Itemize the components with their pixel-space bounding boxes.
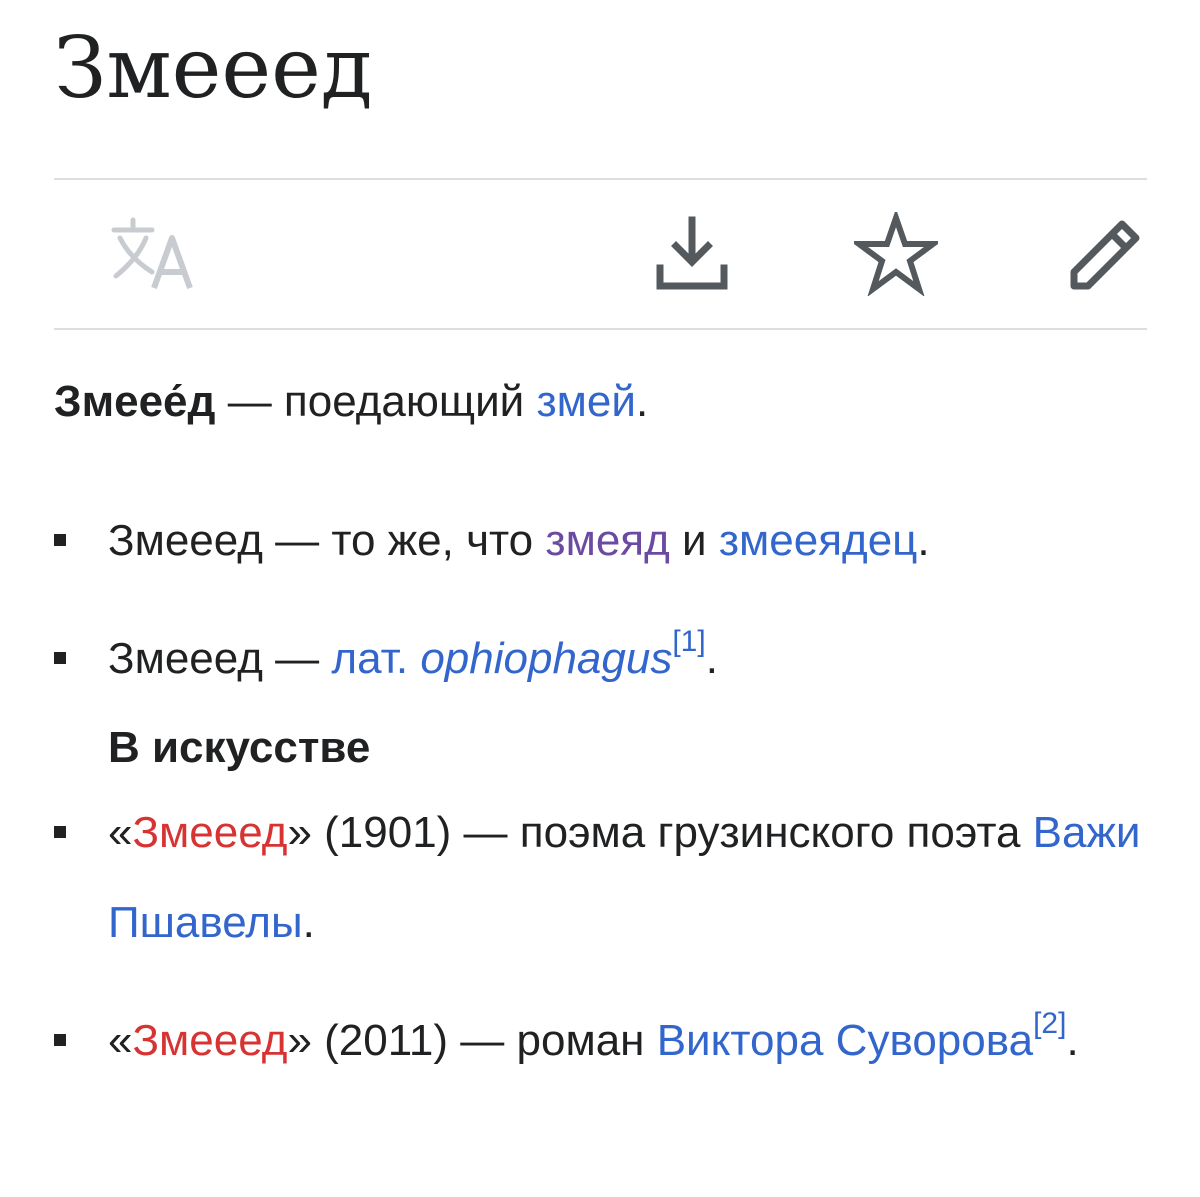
link-viktor-suvorov[interactable]: Виктора Суворова (657, 1016, 1033, 1065)
bullet-icon (54, 652, 66, 664)
lead-term: Змеее́д (54, 377, 216, 426)
link-zmei[interactable]: змей (536, 377, 635, 426)
red-link-zmeeed[interactable]: Змееед (132, 808, 287, 857)
edit-button[interactable] (1046, 180, 1166, 328)
item-text: » (1901) — поэма грузинского поэта (287, 808, 1033, 857)
link-ophiophagus[interactable]: ophiophagus (420, 634, 672, 683)
section-heading: В искусстве (108, 723, 371, 772)
item-text: Змееед — (108, 634, 332, 683)
item-end: . (1066, 1016, 1079, 1065)
red-link-zmeeed[interactable]: Змееед (132, 1016, 287, 1065)
page-actions-toolbar (54, 180, 1147, 328)
item-end: . (917, 516, 930, 565)
link-zmeyad[interactable]: змеяд (545, 516, 669, 565)
divider-bottom (54, 328, 1147, 330)
latin-word: ophiophagus (420, 634, 673, 683)
list-item-text: «Змееед» (2011) — роман Виктора Суворова… (108, 996, 1148, 1086)
star-outline-icon (854, 212, 938, 296)
watch-star-button[interactable] (836, 180, 956, 328)
translate-icon (111, 217, 193, 290)
list-item-text: Змееед — лат. ophiophagus[1]. (108, 614, 1148, 704)
quote-open: « (108, 808, 133, 857)
download-icon (656, 216, 728, 290)
bullet-icon (54, 826, 66, 838)
item-end: . (302, 898, 315, 947)
pencil-icon (1070, 220, 1140, 290)
list-item-text: «Змееед» (1901) — поэма грузинского поэт… (108, 788, 1148, 968)
link-zmeeyadets[interactable]: змееядец (719, 516, 918, 565)
page-title: Змееед (54, 19, 373, 117)
reference-2[interactable]: [2] (1033, 1007, 1066, 1040)
list-item-text: Змееед — то же, что змеяд и змееядец. (108, 496, 1148, 586)
link-latin[interactable]: лат. (331, 634, 408, 683)
item-text: » (2011) — роман (287, 1016, 657, 1065)
download-button[interactable] (632, 180, 752, 328)
lead-paragraph: Змеее́д — поедающий змей. (54, 372, 648, 432)
lead-dash: — поедающий (215, 377, 537, 426)
item-text: и (669, 516, 719, 565)
bullet-icon (54, 534, 66, 546)
bullet-icon (54, 1034, 66, 1046)
lead-end: . (635, 377, 649, 426)
language-button[interactable] (94, 180, 214, 328)
item-end: . (705, 634, 718, 683)
item-text: Змееед — то же, что (108, 516, 546, 565)
reference-1[interactable]: [1] (672, 625, 705, 658)
quote-open: « (108, 1016, 133, 1065)
